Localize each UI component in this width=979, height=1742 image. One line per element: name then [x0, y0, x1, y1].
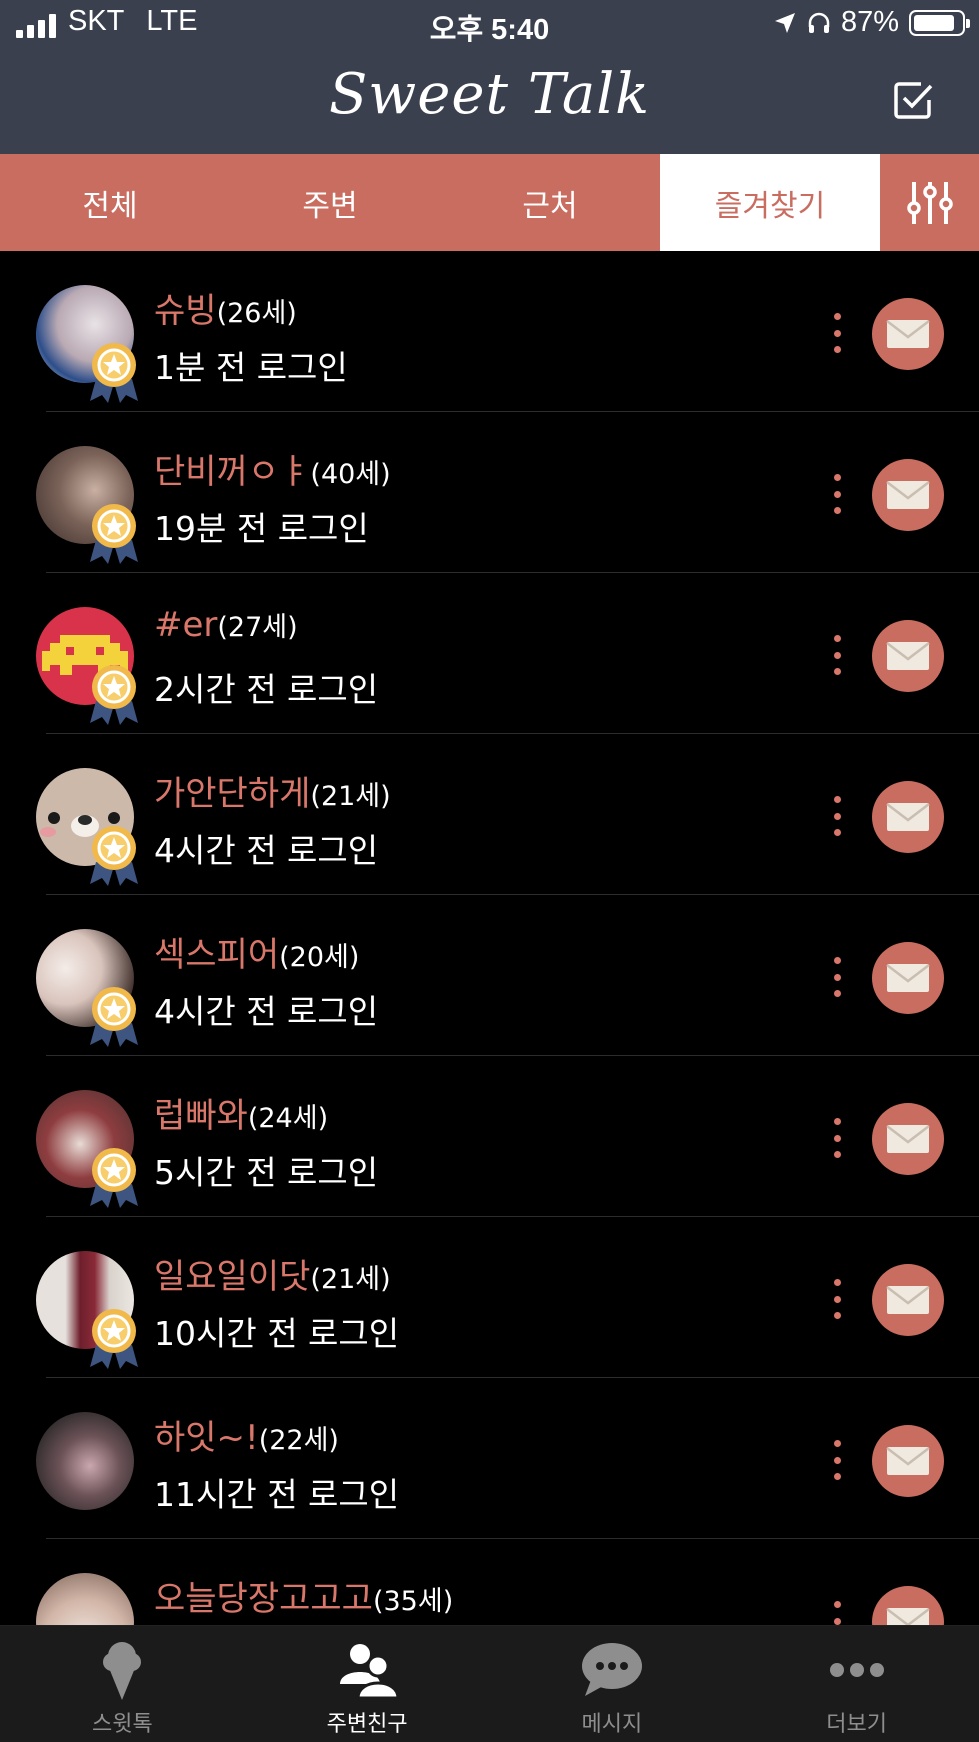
- user-age: (40세): [310, 459, 391, 490]
- list-item[interactable]: 슈빙(26세) 1분 전 로그인: [0, 251, 979, 412]
- last-login: 11시간 전 로그인: [154, 1475, 400, 1514]
- last-login: 5시간 전 로그인: [154, 1153, 379, 1192]
- more-options-icon[interactable]: [824, 1118, 850, 1158]
- user-name: 슈빙: [154, 291, 217, 331]
- user-age: (27세): [217, 612, 298, 643]
- list-item[interactable]: #er(27세) 2시간 전 로그인: [0, 573, 979, 734]
- nav-nearby-friends[interactable]: 주변친구: [245, 1626, 490, 1742]
- avatar[interactable]: [36, 1412, 134, 1510]
- user-name: 가안단하게: [154, 774, 311, 814]
- send-message-button[interactable]: [872, 1425, 944, 1497]
- gold-medal-icon: [90, 1148, 138, 1208]
- user-age: (21세): [310, 781, 391, 812]
- envelope-icon: [886, 481, 930, 509]
- more-options-icon[interactable]: [824, 1279, 850, 1319]
- send-message-button[interactable]: [872, 1264, 944, 1336]
- user-name: 섹스피어: [154, 935, 280, 975]
- list-item[interactable]: 럽빠와(24세) 5시간 전 로그인: [0, 1056, 979, 1217]
- envelope-icon: [886, 803, 930, 831]
- last-login: 19분 전 로그인: [154, 509, 369, 548]
- tab-all[interactable]: 전체: [0, 154, 220, 251]
- list-item[interactable]: 하잇~!(22세) 11시간 전 로그인: [0, 1378, 979, 1539]
- tab-close[interactable]: 근처: [440, 154, 660, 251]
- list-item[interactable]: 섹스피어(20세) 4시간 전 로그인: [0, 895, 979, 1056]
- app-title: Sweet Talk: [328, 62, 651, 127]
- send-message-button[interactable]: [872, 620, 944, 692]
- envelope-icon: [886, 320, 930, 348]
- send-message-button[interactable]: [872, 459, 944, 531]
- app-header: Sweet Talk: [0, 48, 979, 154]
- battery-percent: 87%: [840, 6, 899, 38]
- last-login: 2시간 전 로그인: [154, 670, 379, 709]
- battery-icon: [909, 9, 970, 36]
- nav-label: 스윗톡: [92, 1712, 153, 1737]
- more-options-icon[interactable]: [824, 635, 850, 675]
- user-name: 일요일이닷: [154, 1257, 311, 1297]
- user-name: 오늘당장고고고: [154, 1579, 373, 1619]
- user-age: (35세): [372, 1586, 454, 1617]
- gold-medal-icon: [90, 987, 138, 1047]
- nav-messages[interactable]: 메시지: [490, 1626, 735, 1742]
- headphones-icon: [808, 12, 830, 33]
- list-item[interactable]: 가안단하게(21세) 4시간 전 로그인: [0, 734, 979, 895]
- ice-cream-icon: [103, 1642, 142, 1700]
- more-options-icon[interactable]: [824, 1440, 850, 1480]
- nav-label: 메시지: [581, 1712, 643, 1737]
- more-dots-icon: [829, 1663, 884, 1677]
- sliders-icon: [906, 181, 953, 224]
- send-message-button[interactable]: [872, 298, 944, 370]
- bottom-tab-bar: 스윗톡 주변친구 메시지 더보기: [0, 1625, 979, 1742]
- gold-medal-icon: [90, 826, 138, 886]
- user-name: 럽빠와: [154, 1096, 248, 1136]
- nav-sweettalk[interactable]: 스윗톡: [0, 1626, 245, 1742]
- location-arrow-icon: [774, 12, 795, 33]
- list-item[interactable]: 단비꺼ㅇㅑ(40세) 19분 전 로그인: [0, 412, 979, 573]
- send-message-button[interactable]: [872, 942, 944, 1014]
- last-login: 4시간 전 로그인: [154, 831, 379, 870]
- tab-favorites[interactable]: 즐겨찾기: [660, 154, 880, 251]
- gold-medal-icon: [90, 1309, 138, 1369]
- gold-medal-icon: [90, 343, 138, 403]
- envelope-icon: [886, 1447, 930, 1475]
- gold-medal-icon: [90, 665, 138, 725]
- nav-label: 더보기: [826, 1712, 887, 1737]
- more-options-icon[interactable]: [824, 957, 850, 997]
- status-bar: SKT LTE 오후 5:40 87%: [0, 0, 979, 48]
- user-age: (22세): [258, 1425, 339, 1456]
- nav-label: 주변친구: [326, 1712, 408, 1737]
- envelope-icon: [886, 1125, 930, 1153]
- chat-bubble-icon: [581, 1643, 642, 1696]
- user-age: (21세): [310, 1264, 391, 1295]
- more-options-icon[interactable]: [824, 796, 850, 836]
- last-login: 4시간 전 로그인: [154, 992, 379, 1031]
- friends-icon: [340, 1644, 400, 1700]
- more-options-icon[interactable]: [824, 474, 850, 514]
- envelope-icon: [886, 642, 930, 670]
- nav-more[interactable]: 더보기: [734, 1626, 979, 1742]
- envelope-icon: [886, 964, 930, 992]
- user-name: 단비꺼ㅇㅑ: [154, 452, 311, 492]
- user-name: #er: [154, 605, 218, 645]
- filter-tabs: 전체 주변 근처 즐겨찾기: [0, 154, 979, 251]
- user-age: (24세): [247, 1103, 329, 1134]
- gold-medal-icon: [90, 504, 138, 564]
- send-message-button[interactable]: [872, 1103, 944, 1175]
- filter-settings-button[interactable]: [880, 154, 979, 251]
- user-name: 하잇~!: [154, 1418, 259, 1458]
- user-age: (20세): [279, 942, 360, 973]
- favorites-list: 슈빙(26세) 1분 전 로그인 단비꺼ㅇㅑ(40세) 19분 전 로그인 #e…: [0, 251, 979, 1700]
- checkbox-edit-icon[interactable]: [891, 78, 935, 122]
- more-options-icon[interactable]: [824, 313, 850, 353]
- last-login: 10시간 전 로그인: [154, 1314, 400, 1353]
- tab-nearby[interactable]: 주변: [220, 154, 440, 251]
- last-login: 1분 전 로그인: [154, 348, 348, 387]
- envelope-icon: [886, 1286, 930, 1314]
- send-message-button[interactable]: [872, 781, 944, 853]
- user-age: (26세): [216, 298, 297, 329]
- list-item[interactable]: 일요일이닷(21세) 10시간 전 로그인: [0, 1217, 979, 1378]
